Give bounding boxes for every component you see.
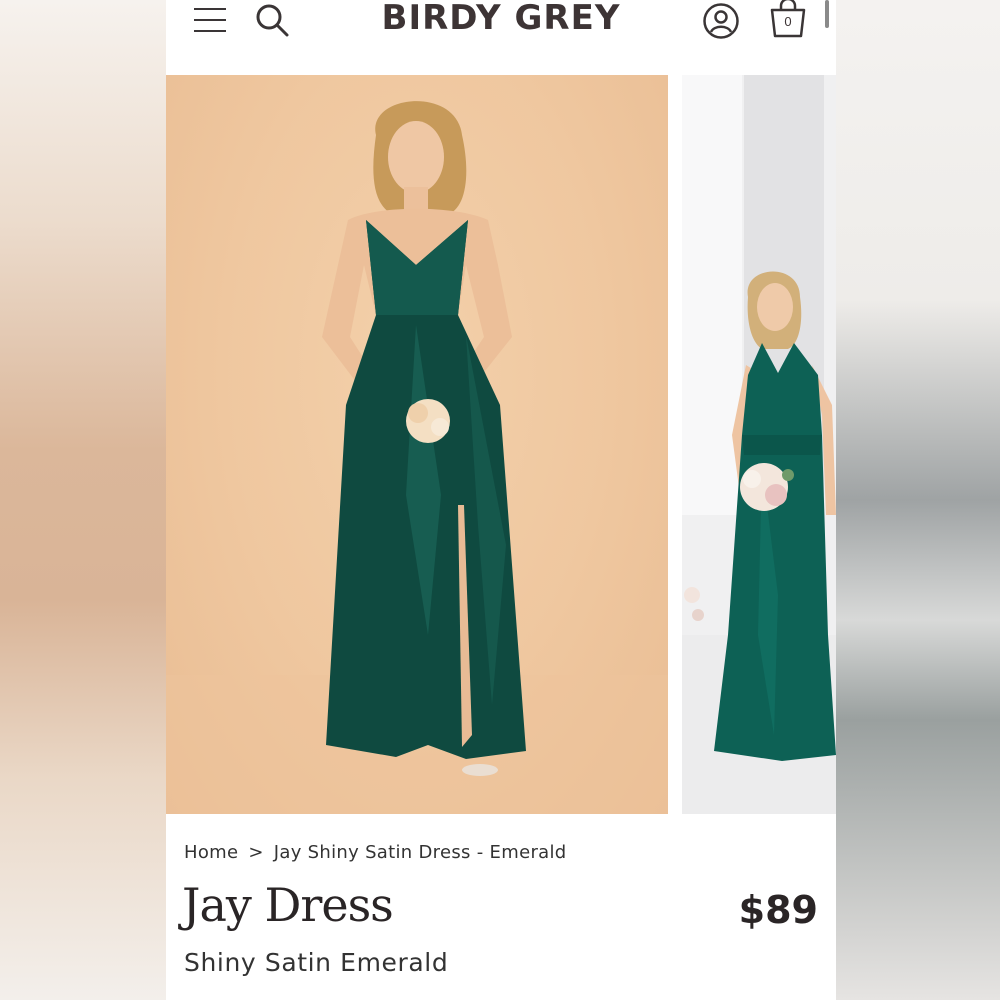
product-price: $89 bbox=[738, 888, 818, 932]
main-product-photo[interactable] bbox=[166, 75, 668, 814]
menu-icon[interactable] bbox=[194, 8, 226, 32]
scrollbar[interactable] bbox=[825, 0, 829, 28]
search-icon[interactable] bbox=[254, 2, 290, 38]
cart-button[interactable]: 0 bbox=[768, 0, 808, 40]
product-title: Jay Dress bbox=[182, 878, 394, 932]
account-icon[interactable] bbox=[702, 2, 740, 40]
cart-count-badge: 0 bbox=[784, 14, 792, 29]
breadcrumb-separator: > bbox=[248, 842, 264, 863]
brand-logo[interactable]: BIRDY GREY bbox=[356, 0, 646, 38]
product-subtitle: Shiny Satin Emerald bbox=[184, 948, 449, 977]
secondary-product-photo[interactable] bbox=[682, 75, 836, 814]
product-gallery[interactable] bbox=[166, 75, 836, 815]
product-page: BIRDY GREY 0 Home > Jay Shiny Satin Dres… bbox=[166, 0, 836, 1000]
breadcrumb-home-link[interactable]: Home bbox=[184, 842, 238, 863]
site-header: BIRDY GREY 0 bbox=[166, 0, 836, 74]
blurred-backdrop-right bbox=[836, 0, 1000, 1000]
breadcrumb: Home > Jay Shiny Satin Dress - Emerald bbox=[184, 842, 567, 863]
breadcrumb-current: Jay Shiny Satin Dress - Emerald bbox=[273, 842, 567, 863]
